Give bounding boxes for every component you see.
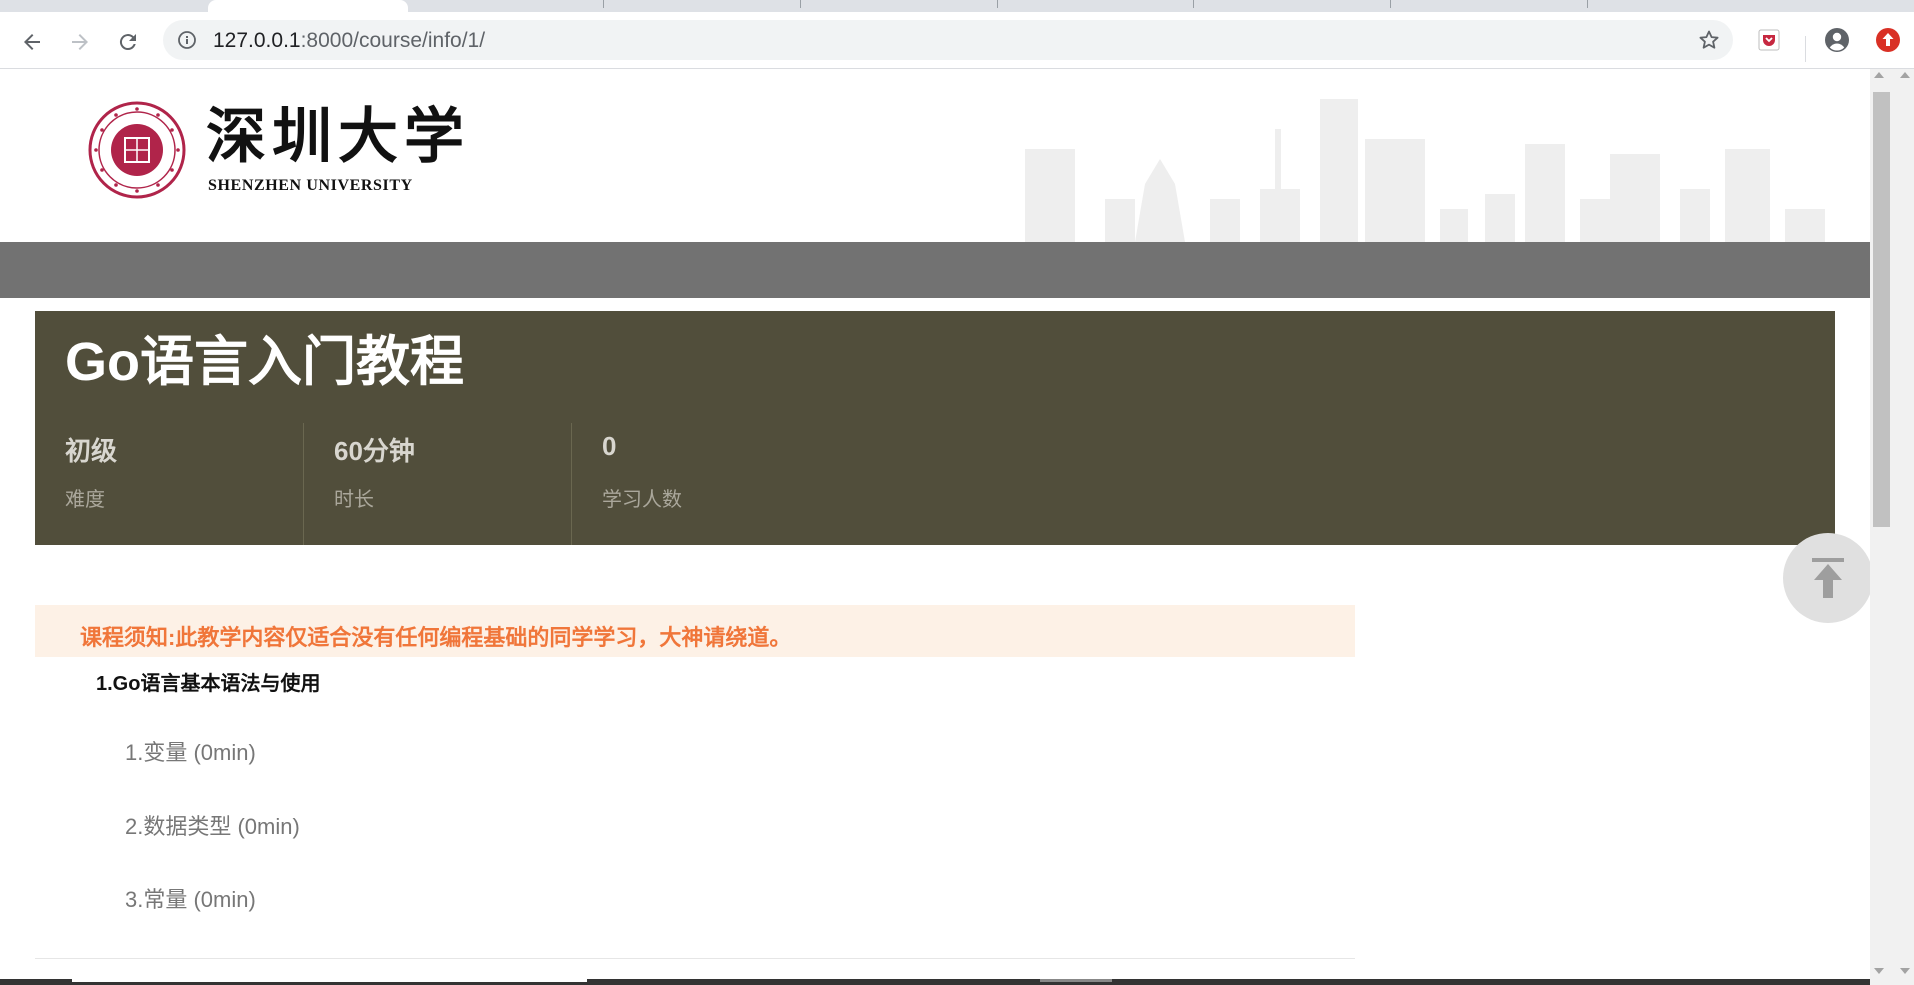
tab-separator — [1390, 0, 1391, 8]
scroll-up-arrow-icon[interactable] — [1874, 72, 1884, 78]
toolbar-divider — [1805, 36, 1806, 62]
back-to-top-button[interactable] — [1783, 533, 1870, 623]
notice-text: 课程须知:此教学内容仅适合没有任何编程基础的同学学习，大神请绕道。 — [80, 625, 792, 650]
page-bottom-strip — [0, 979, 1870, 985]
lesson-item[interactable]: 1.变量 (0min) — [125, 735, 256, 767]
scrollbar-thumb[interactable] — [1873, 92, 1890, 527]
tab-separator — [603, 0, 604, 8]
stat-value: 初级 — [65, 436, 118, 466]
back-icon[interactable] — [18, 28, 46, 56]
chapter-title: 1.Go语言基本语法与使用 — [96, 673, 321, 695]
lesson-item[interactable]: 3.常量 (0min) — [125, 882, 256, 914]
address-bar[interactable]: 127.0.0.1:8000/course/info/1/ — [163, 20, 1733, 60]
stat-value: 0 — [602, 431, 617, 461]
pocket-extension-icon[interactable] — [1755, 26, 1783, 54]
strip-segment — [72, 979, 587, 982]
stat-difficulty: 初级 难度 — [35, 423, 303, 545]
site-info-icon[interactable] — [177, 30, 197, 50]
stat-value: 60分钟 — [334, 436, 415, 466]
browser-toolbar: 127.0.0.1:8000/course/info/1/ — [0, 12, 1914, 69]
reload-icon[interactable] — [114, 28, 142, 56]
profile-icon[interactable] — [1823, 26, 1851, 54]
course-title: Go语言入门教程 — [65, 332, 464, 392]
logo-english-name: SHENZHEN UNIVERSITY — [208, 177, 413, 194]
skyline-illustration — [1025, 99, 1825, 242]
university-logo[interactable]: 深圳大学 SHENZHEN UNIVERSITY — [88, 101, 464, 201]
browser-tab-strip — [0, 0, 1914, 12]
scroll-down-arrow-icon[interactable] — [1900, 968, 1910, 974]
main-navbar — [0, 242, 1870, 298]
scroll-down-arrow-icon[interactable] — [1874, 968, 1884, 974]
tab-separator — [1587, 0, 1588, 8]
tab-separator — [997, 0, 998, 8]
browser-tab-active[interactable] — [208, 0, 408, 12]
url-text[interactable]: 127.0.0.1:8000/course/info/1/ — [213, 30, 485, 52]
update-icon[interactable] — [1874, 26, 1902, 54]
stat-label: 时长 — [334, 489, 374, 511]
strip-segment — [1040, 979, 1112, 982]
university-seal-icon — [88, 101, 186, 199]
url-path: :8000/course/info/1/ — [300, 29, 486, 52]
stat-label: 学习人数 — [602, 489, 682, 511]
page-viewport: 深圳大学 SHENZHEN UNIVERSITY Go语言入门教程 初级 难度 … — [0, 69, 1870, 985]
forward-icon[interactable] — [66, 28, 94, 56]
logo-chinese-name: 深圳大学 — [206, 102, 470, 172]
lesson-item[interactable]: 2.数据类型 (0min) — [125, 809, 300, 841]
stat-label: 难度 — [65, 489, 105, 511]
bookmark-star-icon[interactable] — [1697, 28, 1721, 52]
course-info-banner: Go语言入门教程 初级 难度 60分钟 时长 0 学习人数 — [35, 311, 1835, 545]
tab-separator — [1193, 0, 1194, 8]
content-divider — [35, 958, 1355, 959]
tab-separator — [800, 0, 801, 8]
course-notice: 课程须知:此教学内容仅适合没有任何编程基础的同学学习，大神请绕道。 — [35, 605, 1355, 657]
stat-duration: 60分钟 时长 — [303, 423, 572, 545]
scroll-up-arrow-icon[interactable] — [1900, 72, 1910, 78]
stat-learners: 0 学习人数 — [571, 423, 840, 545]
arrow-up-icon — [1812, 558, 1844, 598]
url-host: 127.0.0.1 — [213, 29, 301, 52]
site-header: 深圳大学 SHENZHEN UNIVERSITY — [0, 69, 1870, 242]
